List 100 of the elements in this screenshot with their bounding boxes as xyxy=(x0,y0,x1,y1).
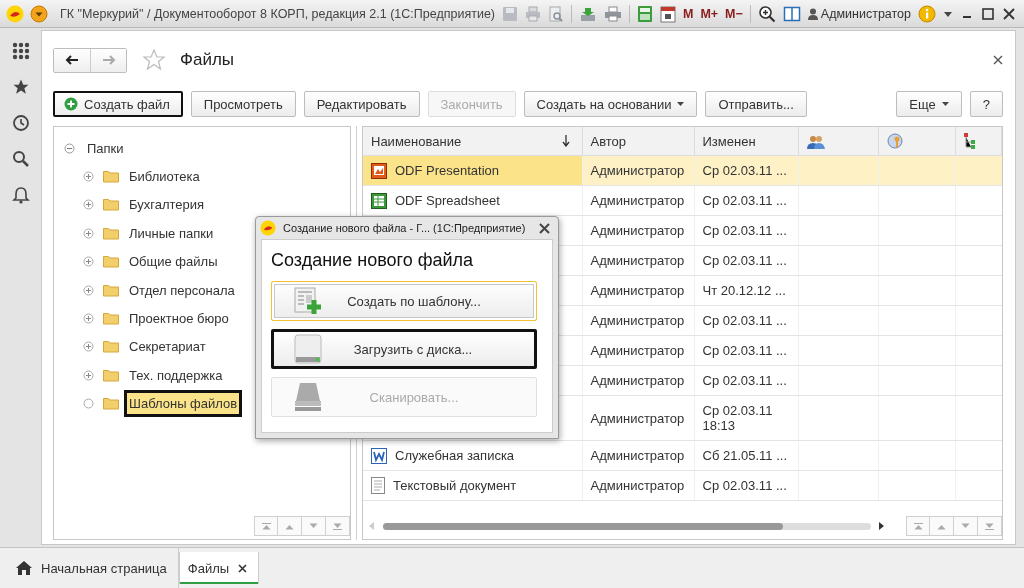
tree-item[interactable]: Личные папки xyxy=(124,219,219,247)
table-cell: Администратор xyxy=(590,253,685,268)
tree-item[interactable]: Библиотека xyxy=(124,163,205,191)
expand-icon[interactable] xyxy=(83,256,94,268)
calculator-icon[interactable] xyxy=(636,4,653,23)
folder-icon xyxy=(103,340,119,354)
table-cell-text: Ср 02.03.11 ... xyxy=(702,192,787,210)
back-button[interactable] xyxy=(54,48,90,72)
table-cell-text: Ср 02.03.11 ... xyxy=(702,252,787,270)
page-up-button[interactable] xyxy=(930,516,954,536)
tab[interactable]: Файлы xyxy=(178,552,260,584)
tree-item[interactable]: Общие файлы xyxy=(124,248,223,276)
presentation-file-icon xyxy=(371,162,387,179)
close-icon[interactable] xyxy=(539,222,550,234)
apps-grid-icon[interactable] xyxy=(11,42,30,60)
folder-icon xyxy=(103,368,119,382)
forward-arrow-icon xyxy=(101,55,116,65)
column-header[interactable]: Автор xyxy=(590,133,627,149)
memory-button[interactable]: M+ xyxy=(700,6,719,21)
toolbar-button[interactable]: Отправить... xyxy=(705,91,807,117)
tree-item[interactable]: Проектное бюро xyxy=(124,305,234,333)
search-icon[interactable] xyxy=(11,150,30,168)
toolbar-button[interactable]: Создать на основании xyxy=(523,91,698,117)
logo-icon xyxy=(6,4,24,23)
maximize-icon[interactable] xyxy=(981,6,995,21)
favorite-star-icon[interactable] xyxy=(142,48,166,72)
dialog-button[interactable]: Создать по шаблону... xyxy=(271,281,537,321)
panel-icon[interactable] xyxy=(782,4,801,23)
tree-item[interactable]: Шаблоны файлов xyxy=(124,390,243,418)
table-cell-text: Ср 02.03.11 18:13 xyxy=(702,402,773,435)
sort-arrow-icon[interactable] xyxy=(561,135,570,147)
printer-icon[interactable] xyxy=(603,5,622,22)
tree-item[interactable]: Папки xyxy=(87,140,124,156)
bell-icon[interactable] xyxy=(11,186,30,204)
folder-icon xyxy=(103,226,119,240)
user-icon xyxy=(807,7,818,20)
info-icon[interactable] xyxy=(918,4,936,23)
toolbar-button[interactable]: Просмотреть xyxy=(190,91,296,117)
table-cell: ODF Presentation xyxy=(395,163,500,178)
last-page-button[interactable] xyxy=(978,516,1002,536)
user-menu[interactable]: Администратор xyxy=(807,6,911,21)
down-arrow-icon xyxy=(309,522,318,530)
expand-icon[interactable] xyxy=(83,341,94,353)
up-arrow-icon xyxy=(913,522,923,530)
table-cell: Администратор xyxy=(590,448,685,463)
leaf-marker-icon[interactable] xyxy=(83,398,94,410)
tree-item[interactable]: Секретариат xyxy=(124,333,211,361)
history-icon[interactable] xyxy=(11,114,30,132)
disk-drive-icon xyxy=(294,334,322,364)
table-cell-text: Чт 20.12.12 ... xyxy=(702,282,786,300)
memory-button[interactable]: M xyxy=(682,6,694,21)
table-cell: Администратор xyxy=(590,343,685,358)
table-cell: Администратор xyxy=(590,163,685,178)
table-cell: Администратор xyxy=(590,313,685,328)
horizontal-scrollbar[interactable] xyxy=(383,522,871,530)
first-page-button[interactable] xyxy=(254,516,278,536)
table-cell: Администратор xyxy=(590,193,685,208)
calendar-icon[interactable] xyxy=(659,4,676,23)
caret-icon xyxy=(677,101,685,107)
close-icon[interactable] xyxy=(993,55,1003,65)
expand-icon[interactable] xyxy=(83,313,94,325)
tree-item[interactable]: Бухгалтерия xyxy=(124,191,210,219)
page-down-button[interactable] xyxy=(302,516,326,536)
memory-button[interactable]: M− xyxy=(725,6,743,21)
folder-icon xyxy=(103,312,119,326)
star-icon[interactable] xyxy=(11,78,30,96)
expand-icon[interactable] xyxy=(83,199,94,211)
scroll-right-icon[interactable] xyxy=(879,522,885,530)
collapse-icon[interactable] xyxy=(64,142,75,154)
expand-icon[interactable] xyxy=(83,171,94,183)
users-icon[interactable] xyxy=(806,134,825,149)
zoom-icon[interactable] xyxy=(757,4,776,23)
table-cell: Служебная записка xyxy=(395,448,515,463)
caret-icon xyxy=(941,101,949,107)
close-icon[interactable] xyxy=(1002,6,1016,21)
tree-item[interactable]: Отдел персонала xyxy=(124,276,240,304)
hierarchy-icon[interactable] xyxy=(963,133,976,150)
expand-icon[interactable] xyxy=(83,284,94,296)
page-up-button[interactable] xyxy=(278,516,302,536)
toolbar-button[interactable]: Еще xyxy=(896,91,962,117)
toolbar-button[interactable]: ? xyxy=(969,91,1003,117)
tree-item[interactable]: Тех. поддержка xyxy=(124,361,228,389)
expand-icon[interactable] xyxy=(83,227,94,239)
toolbar-button[interactable]: Редактировать xyxy=(303,91,420,117)
last-page-button[interactable] xyxy=(326,516,350,536)
preview-icon[interactable] xyxy=(547,5,564,22)
dialog-button[interactable]: Загрузить с диска... xyxy=(271,329,537,369)
page-down-button[interactable] xyxy=(954,516,978,536)
caret-icon[interactable] xyxy=(943,9,953,18)
table-cell-text: Ср 02.03.11 ... xyxy=(702,312,787,330)
close-icon[interactable] xyxy=(238,563,248,573)
expand-icon[interactable] xyxy=(83,369,94,381)
table-cell: Администратор xyxy=(590,410,685,426)
tray-arrow-icon[interactable] xyxy=(578,5,597,22)
dropdown-icon[interactable] xyxy=(30,4,48,23)
tab[interactable]: Начальная страница xyxy=(8,548,179,588)
print-icon[interactable] xyxy=(524,5,541,22)
toolbar-button[interactable]: Создать файл xyxy=(53,91,183,117)
first-page-button[interactable] xyxy=(906,516,930,536)
globe-key-icon[interactable] xyxy=(886,133,903,150)
